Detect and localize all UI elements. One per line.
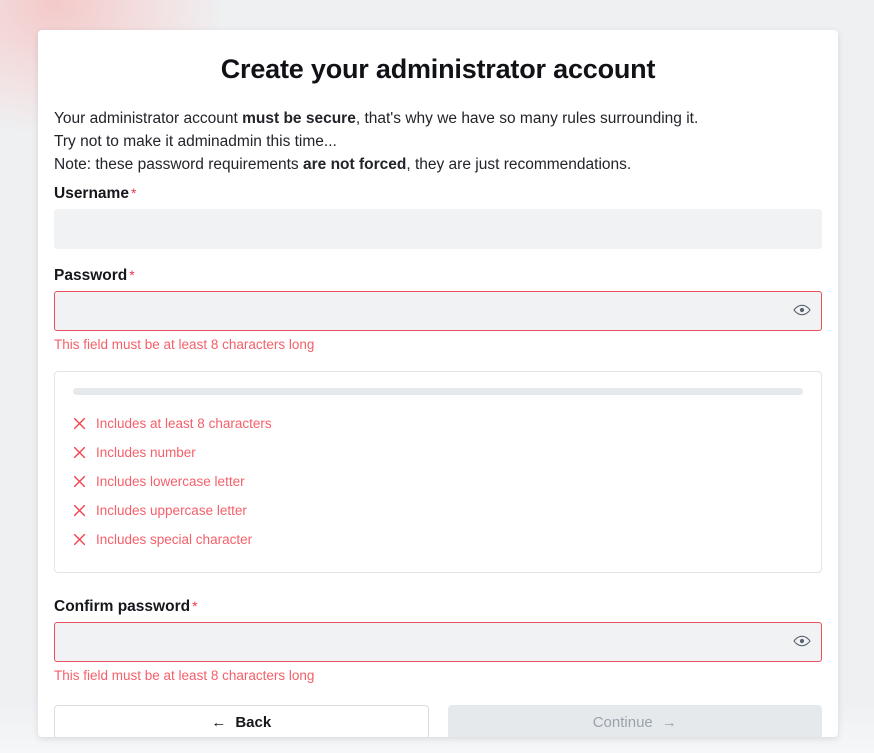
requirement-row: Includes number	[73, 438, 803, 467]
password-visibility-toggle[interactable]	[791, 300, 813, 322]
password-input-wrap	[54, 291, 822, 331]
x-icon	[73, 446, 86, 459]
required-asterisk: *	[130, 185, 137, 201]
eye-icon	[793, 635, 811, 650]
x-icon	[73, 533, 86, 546]
requirement-row: Includes at least 8 characters	[73, 409, 803, 438]
x-icon	[73, 475, 86, 488]
password-strength-meter	[73, 388, 803, 395]
confirm-password-input-wrap	[54, 622, 822, 662]
intro-line1: Your administrator account must be secur…	[54, 110, 699, 127]
password-requirements-panel: Includes at least 8 characters Includes …	[54, 371, 822, 573]
password-label: Password *	[54, 267, 135, 284]
required-asterisk: *	[129, 267, 135, 283]
username-label: Username *	[54, 185, 137, 202]
password-input[interactable]	[54, 291, 822, 331]
x-icon	[73, 417, 86, 430]
requirement-row: Includes lowercase letter	[73, 467, 803, 496]
confirm-password-visibility-toggle[interactable]	[791, 631, 813, 653]
back-button-label: Back	[235, 713, 272, 731]
continue-button-label: Continue	[592, 713, 653, 731]
username-input-wrap	[54, 209, 822, 249]
page-title: Create your administrator account	[220, 54, 656, 84]
confirm-password-label: Confirm password *	[54, 598, 198, 615]
requirement-label: Includes lowercase letter	[96, 474, 245, 489]
eye-icon	[793, 304, 811, 319]
arrow-right-icon: →	[661, 713, 677, 731]
x-icon	[73, 504, 86, 517]
back-button[interactable]: ← Back	[54, 705, 429, 737]
requirement-label: Includes uppercase letter	[96, 503, 247, 518]
username-input[interactable]	[54, 209, 822, 249]
requirement-label: Includes number	[96, 445, 196, 460]
intro-line2: Try not to make it adminadmin this time.…	[54, 133, 337, 150]
confirm-password-input[interactable]	[54, 622, 822, 662]
requirement-row: Includes uppercase letter	[73, 496, 803, 525]
intro-bold-not-forced: are not forced	[302, 156, 407, 173]
arrow-left-icon: ←	[211, 713, 227, 731]
password-error-message: This field must be at least 8 characters…	[54, 337, 315, 352]
required-asterisk: *	[192, 598, 198, 614]
form-actions: ← Back Continue →	[54, 705, 822, 737]
requirement-row: Includes special character	[73, 525, 803, 554]
continue-button[interactable]: Continue →	[447, 705, 822, 737]
requirement-label: Includes at least 8 characters	[96, 416, 272, 431]
intro-line3: Note: these password requirements are no…	[54, 156, 632, 173]
confirm-password-error-message: This field must be at least 8 characters…	[54, 668, 315, 683]
requirement-label: Includes special character	[96, 532, 253, 547]
intro-bold-secure: must be secure	[242, 110, 356, 127]
intro-paragraph: Your administrator account must be secur…	[54, 85, 822, 176]
create-admin-account-card: Create your administrator account Your a…	[38, 30, 838, 737]
